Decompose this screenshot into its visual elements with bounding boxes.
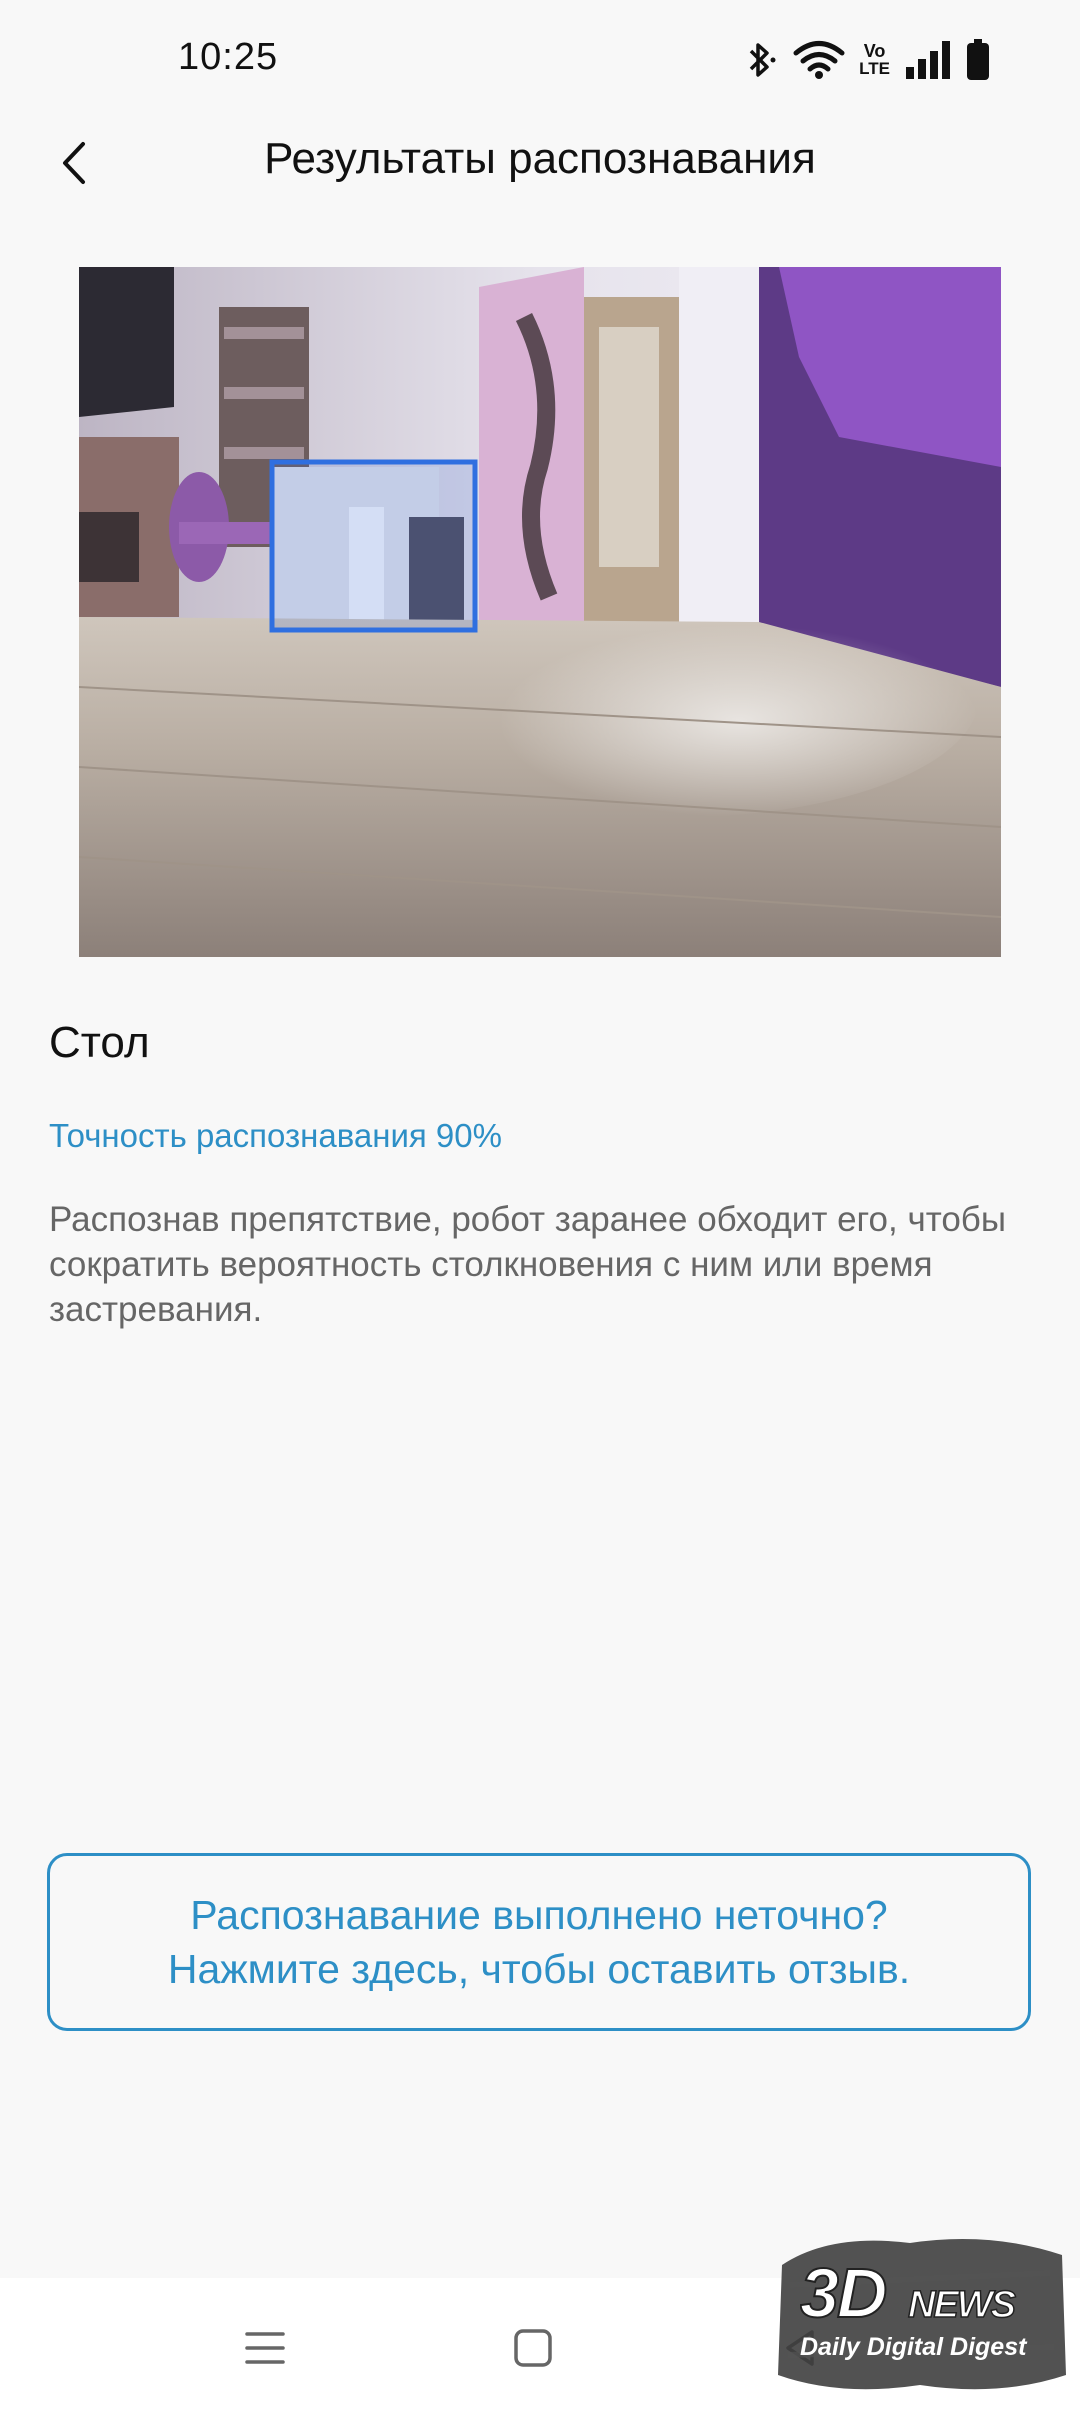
status-bar: 10:25 Vo LTE bbox=[0, 0, 1080, 120]
volte-icon: Vo LTE bbox=[859, 42, 890, 78]
recent-apps-button[interactable] bbox=[225, 2308, 305, 2388]
back-icon bbox=[786, 2330, 814, 2366]
feedback-button[interactable]: Распознавание выполнено неточно? Нажмите… bbox=[47, 1853, 1031, 2031]
volte-top-label: Vo bbox=[863, 41, 886, 61]
menu-icon bbox=[245, 2332, 285, 2364]
status-icons: Vo LTE bbox=[745, 38, 990, 82]
volte-bottom-label: LTE bbox=[859, 59, 890, 78]
home-icon bbox=[514, 2329, 552, 2367]
header: Результаты распознавания bbox=[0, 110, 1080, 210]
signal-icon bbox=[904, 41, 952, 79]
accuracy-label: Точность распознавания 90% bbox=[49, 1117, 502, 1154]
home-button[interactable] bbox=[493, 2308, 573, 2388]
status-time: 10:25 bbox=[178, 36, 279, 78]
bluetooth-icon bbox=[745, 39, 779, 81]
feedback-line-2: Нажмите здесь, чтобы оставить отзыв. bbox=[167, 1946, 911, 1992]
description-text: Распознав препятствие, робот заранее обх… bbox=[49, 1200, 1006, 1329]
detection-box bbox=[269, 459, 478, 633]
wifi-icon bbox=[793, 40, 845, 80]
battery-icon bbox=[966, 39, 990, 81]
object-name: Стол bbox=[49, 1018, 150, 1067]
page-title: Результаты распознавания bbox=[264, 134, 816, 183]
navigation-bar bbox=[0, 2278, 1080, 2412]
recognition-image bbox=[79, 267, 1001, 957]
feedback-line-1: Распознавание выполнено неточно? bbox=[190, 1892, 888, 1938]
system-back-button[interactable] bbox=[760, 2308, 840, 2388]
